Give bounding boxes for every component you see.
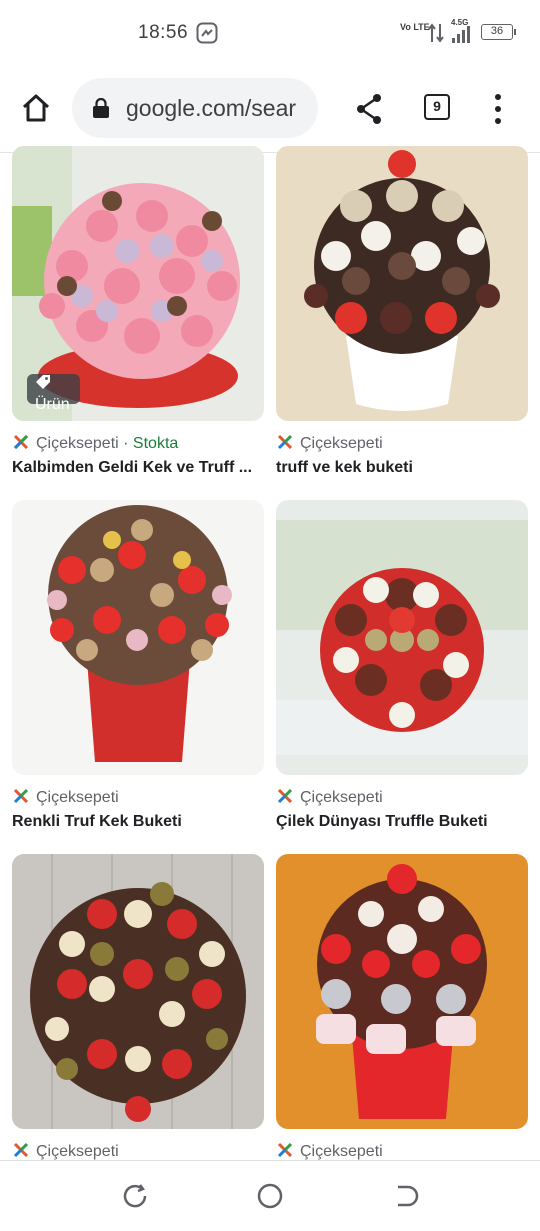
ciceksepeti-favicon bbox=[13, 788, 29, 804]
ciceksepeti-favicon bbox=[13, 434, 29, 450]
result-source[interactable]: Çiçeksepeti bbox=[276, 433, 383, 453]
messenger-notification-icon bbox=[196, 22, 218, 44]
result-image[interactable] bbox=[276, 146, 528, 421]
volte-indicator: Vo LTE bbox=[400, 22, 430, 32]
recent-apps-icon[interactable] bbox=[120, 1181, 150, 1211]
result-source[interactable]: Çiçeksepeti bbox=[276, 787, 383, 807]
result-source[interactable]: Çiçeksepeti bbox=[276, 1141, 383, 1161]
result-title[interactable]: Çilek Dünyası Truffle Buketi bbox=[276, 813, 528, 831]
status-bar: 18:56 Vo LTE 4.5G 36 bbox=[0, 0, 540, 66]
data-transfer-icon bbox=[428, 23, 444, 43]
lock-icon bbox=[93, 98, 109, 118]
ciceksepeti-favicon bbox=[277, 434, 293, 450]
result-title[interactable]: Kalbimden Geldi Kek ve Truff ... bbox=[12, 459, 264, 477]
ciceksepeti-favicon bbox=[277, 1142, 293, 1158]
share-icon[interactable] bbox=[354, 92, 384, 126]
address-bar[interactable]: google.com/sear bbox=[72, 78, 318, 138]
result-source[interactable]: Çiçeksepeti bbox=[12, 1141, 119, 1161]
result-image[interactable] bbox=[276, 854, 528, 1129]
home-nav-icon[interactable] bbox=[255, 1181, 285, 1211]
stock-status: · Stokta bbox=[123, 435, 179, 452]
more-vert-icon[interactable] bbox=[488, 94, 508, 124]
result-source[interactable]: Çiçeksepeti · Stokta bbox=[12, 433, 178, 453]
browser-toolbar: google.com/sear 9 bbox=[0, 66, 540, 153]
home-icon[interactable] bbox=[16, 88, 56, 128]
result-title[interactable]: Renkli Truf Kek Buketi bbox=[12, 813, 264, 831]
url-text: google.com/sear bbox=[126, 95, 297, 121]
system-nav-bar bbox=[0, 1160, 540, 1231]
signal-strength-icon bbox=[452, 26, 470, 43]
tag-icon bbox=[36, 375, 50, 389]
back-icon[interactable] bbox=[390, 1181, 420, 1211]
ciceksepeti-favicon bbox=[13, 1142, 29, 1158]
result-image[interactable] bbox=[276, 500, 528, 775]
tab-switcher-button[interactable]: 9 bbox=[424, 94, 450, 120]
status-time: 18:56 bbox=[138, 22, 189, 43]
result-image[interactable] bbox=[12, 500, 264, 775]
ciceksepeti-favicon bbox=[277, 788, 293, 804]
result-title[interactable]: truff ve kek buketi bbox=[276, 459, 528, 477]
result-image[interactable]: Ürün bbox=[12, 146, 264, 421]
result-image[interactable] bbox=[12, 854, 264, 1129]
result-source[interactable]: Çiçeksepeti bbox=[12, 787, 119, 807]
product-badge: Ürün bbox=[27, 374, 80, 413]
battery-indicator: 36 bbox=[481, 24, 516, 40]
